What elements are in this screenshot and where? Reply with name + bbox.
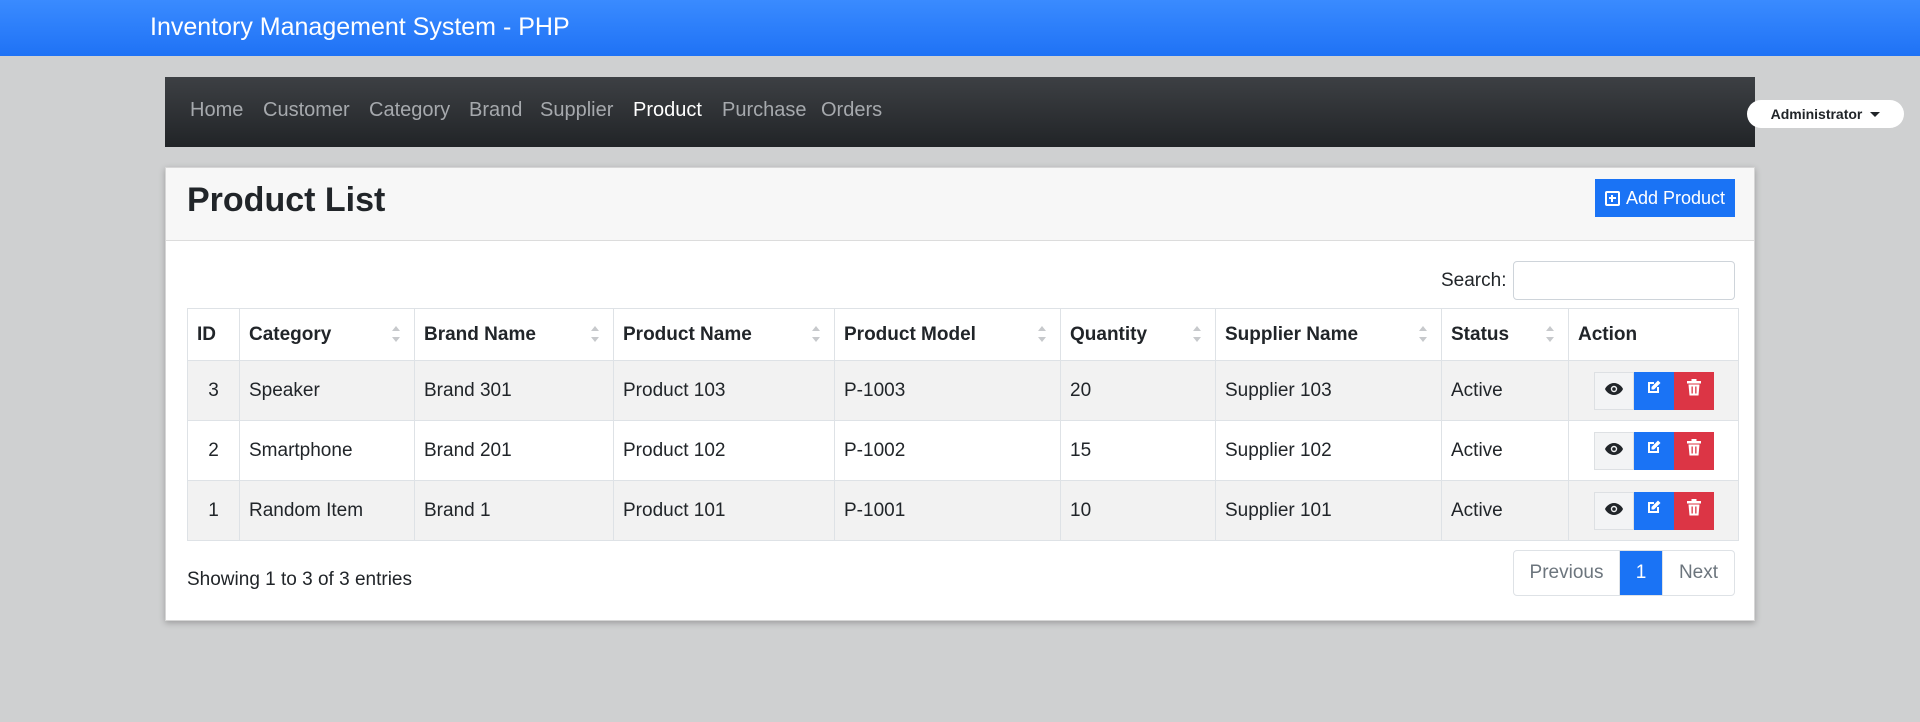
sort-icon: [392, 326, 400, 344]
cell-supplier: Supplier 103: [1215, 360, 1442, 421]
cell-actions: [1568, 480, 1739, 541]
cell-status: Active: [1441, 480, 1569, 541]
cell-id: 3: [187, 360, 240, 421]
eye-icon: [1604, 440, 1624, 462]
column-header-product[interactable]: Product Name: [613, 308, 835, 361]
cell-model: P-1003: [834, 360, 1061, 421]
edit-button[interactable]: [1633, 371, 1674, 410]
sort-icon: [1546, 326, 1554, 344]
trash-icon: [1686, 439, 1701, 462]
pagination-next[interactable]: Next: [1662, 551, 1734, 595]
page-title: Product List: [187, 181, 386, 219]
delete-button[interactable]: [1673, 491, 1714, 530]
table-row: 2 Smartphone Brand 201 Product 102 P-1002 15 S…: [187, 420, 1739, 481]
cell-actions: [1568, 420, 1739, 481]
cell-quantity: 10: [1060, 480, 1216, 541]
nav-customer[interactable]: Customer: [263, 99, 350, 122]
delete-button[interactable]: [1673, 371, 1714, 410]
pagination-page-1[interactable]: 1: [1620, 551, 1662, 595]
cell-category: Random Item: [239, 480, 415, 541]
table-row: 3 Speaker Brand 301 Product 103 P-1003 20 Supp…: [187, 360, 1739, 421]
pagination-previous[interactable]: Previous: [1514, 551, 1620, 595]
column-header-model[interactable]: Product Model: [834, 308, 1061, 361]
sort-icon: [1038, 326, 1046, 344]
edit-button[interactable]: [1633, 491, 1674, 530]
view-button[interactable]: [1593, 371, 1634, 410]
trash-icon: [1686, 499, 1701, 522]
table-header-row: ID Category Brand Name Product Name Prod…: [187, 308, 1739, 361]
cell-model: P-1001: [834, 480, 1061, 541]
add-product-button[interactable]: Add Product: [1595, 179, 1735, 217]
column-header-category[interactable]: Category: [239, 308, 415, 361]
cell-product: Product 102: [613, 420, 835, 481]
cell-quantity: 20: [1060, 360, 1216, 421]
nav-home[interactable]: Home: [190, 99, 243, 122]
cell-supplier: Supplier 101: [1215, 480, 1442, 541]
add-product-label: Add Product: [1625, 187, 1726, 208]
table-info: Showing 1 to 3 of 3 entries: [187, 569, 412, 590]
user-menu-label: Administrator: [1770, 106, 1863, 122]
cell-supplier: Supplier 102: [1215, 420, 1442, 481]
cell-id: 2: [187, 420, 240, 481]
caret-down-icon: [1870, 111, 1881, 117]
column-header-supplier[interactable]: Supplier Name: [1215, 308, 1442, 361]
plus-square-icon: [1604, 190, 1620, 206]
cell-model: P-1002: [834, 420, 1061, 481]
eye-icon: [1604, 500, 1624, 522]
nav-orders[interactable]: Orders: [821, 99, 882, 122]
sort-icon: [591, 326, 599, 344]
cell-category: Speaker: [239, 360, 415, 421]
nav-product[interactable]: Product: [633, 99, 702, 122]
nav-brand[interactable]: Brand: [469, 99, 522, 122]
cell-id: 1: [187, 480, 240, 541]
cell-product: Product 101: [613, 480, 835, 541]
table-row: 1 Random Item Brand 1 Product 101 P-1001 10 Su…: [187, 480, 1739, 541]
column-header-brand[interactable]: Brand Name: [414, 308, 614, 361]
nav-category[interactable]: Category: [369, 99, 450, 122]
sort-icon: [1419, 326, 1427, 344]
cell-brand: Brand 1: [414, 480, 614, 541]
cell-brand: Brand 301: [414, 360, 614, 421]
nav-purchase[interactable]: Purchase: [722, 99, 807, 122]
sort-icon: [1193, 326, 1201, 344]
edit-icon: [1645, 379, 1662, 402]
user-menu-button[interactable]: Administrator: [1747, 100, 1904, 128]
column-header-quantity[interactable]: Quantity: [1060, 308, 1216, 361]
edit-icon: [1645, 499, 1662, 522]
app-header: Inventory Management System - PHP: [0, 0, 1920, 56]
cell-category: Smartphone: [239, 420, 415, 481]
card-header: Product List Add Product: [166, 168, 1754, 241]
edit-icon: [1645, 439, 1662, 462]
cell-product: Product 103: [613, 360, 835, 421]
cell-brand: Brand 201: [414, 420, 614, 481]
view-button[interactable]: [1593, 431, 1634, 470]
search-input[interactable]: [1513, 261, 1735, 300]
column-header-id[interactable]: ID: [187, 308, 240, 361]
cell-status: Active: [1441, 420, 1569, 481]
app-title: Inventory Management System - PHP: [150, 13, 570, 41]
trash-icon: [1686, 379, 1701, 402]
eye-icon: [1604, 380, 1624, 402]
cell-actions: [1568, 360, 1739, 421]
search-label: Search:: [1441, 270, 1507, 291]
column-header-status[interactable]: Status: [1441, 308, 1569, 361]
pagination: Previous 1 Next: [1513, 550, 1735, 596]
sort-icon: [812, 326, 820, 344]
main-navbar: Home Customer Category Brand Supplier Pr…: [165, 77, 1904, 147]
nav-supplier[interactable]: Supplier: [540, 99, 613, 122]
cell-quantity: 15: [1060, 420, 1216, 481]
product-table: ID Category Brand Name Product Name Prod…: [187, 308, 1739, 541]
column-header-action: Action: [1568, 308, 1739, 361]
delete-button[interactable]: [1673, 431, 1714, 470]
view-button[interactable]: [1593, 491, 1634, 530]
cell-status: Active: [1441, 360, 1569, 421]
edit-button[interactable]: [1633, 431, 1674, 470]
product-list-card: Product List Add Product Search: ID Cate…: [165, 167, 1755, 621]
